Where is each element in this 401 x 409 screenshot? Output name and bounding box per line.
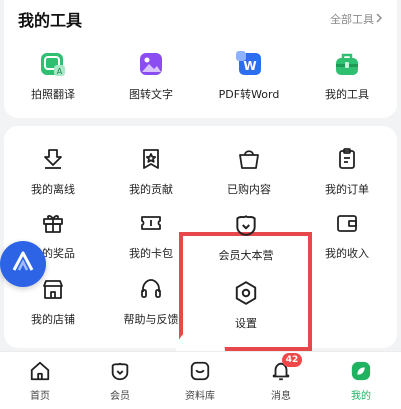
- wallet-icon: [334, 210, 360, 236]
- assistant-logo-icon: [10, 249, 36, 279]
- image-to-text-icon: [137, 50, 165, 78]
- vip-icon: [108, 359, 132, 383]
- grid-item-label: 会员大本营: [218, 249, 274, 262]
- nav-home[interactable]: 首页: [0, 352, 80, 409]
- grid-item-income[interactable]: 我的收入: [298, 210, 396, 261]
- chevron-right-icon: [376, 13, 383, 26]
- tool-label: 拍照翻译: [31, 88, 75, 101]
- tool-image-to-text[interactable]: 图转文字: [102, 50, 200, 102]
- nav-label: 消息: [271, 391, 291, 402]
- bottom-nav: 首页 会员 资料库 42 消息 我的: [0, 351, 401, 409]
- nav-label: 资料库: [185, 391, 215, 402]
- nav-label: 我的: [351, 391, 371, 402]
- grid-item-orders[interactable]: 我的订单: [298, 146, 396, 197]
- grid-item-purchased[interactable]: 已购内容: [200, 146, 298, 197]
- all-tools-label: 全部工具: [330, 13, 374, 26]
- grid-item-label: 我的贡献: [129, 183, 173, 196]
- grid-item-label: 已购内容: [227, 183, 271, 196]
- tool-label: 我的工具: [325, 88, 369, 101]
- grid-item-label: 我的卡包: [129, 247, 173, 260]
- nav-label: 首页: [30, 391, 50, 402]
- floating-assistant-button[interactable]: [0, 241, 46, 287]
- grid-item-settings[interactable]: 设置: [197, 280, 295, 331]
- tool-photo-translate[interactable]: A 拍照翻译: [4, 50, 102, 102]
- profile-leaf-icon: [349, 359, 373, 383]
- tools-title: 我的工具: [18, 11, 83, 30]
- message-badge: 42: [282, 353, 302, 367]
- gift-icon: [40, 210, 66, 236]
- contribution-icon: [138, 146, 164, 172]
- nav-messages[interactable]: 42 消息: [241, 352, 321, 409]
- photo-translate-icon: A: [39, 50, 67, 78]
- grid-item-label: 我的离线: [31, 183, 75, 196]
- grid-item-label: 我的订单: [325, 183, 369, 196]
- all-tools-link[interactable]: 全部工具: [330, 11, 383, 27]
- bell-icon: 42: [269, 353, 302, 383]
- shopping-bag-icon: [236, 146, 262, 172]
- svg-text:A: A: [57, 67, 63, 76]
- tools-header: 我的工具 全部工具: [18, 8, 383, 30]
- headset-icon: [138, 276, 164, 302]
- grid-item-vip-camp[interactable]: 会员大本营: [197, 212, 295, 263]
- tool-my-tools[interactable]: 我的工具: [298, 50, 396, 102]
- vip-camp-icon: [233, 212, 259, 238]
- grid-item-offline[interactable]: 我的离线: [4, 146, 102, 197]
- nav-profile[interactable]: 我的: [321, 352, 401, 409]
- grid-item-label: 帮助与反馈: [123, 313, 179, 326]
- pdf-to-word-icon: W: [235, 50, 263, 78]
- tools-card: 我的工具 全部工具 A 拍照翻译 图转文字 W PDF转Word 我的工具: [4, 0, 397, 118]
- tool-pdf-to-word[interactable]: W PDF转Word: [200, 50, 298, 102]
- grid-item-label: 我的店铺: [31, 313, 75, 326]
- nav-label: 会员: [110, 391, 130, 402]
- library-icon: [188, 359, 212, 383]
- tool-label: 图转文字: [129, 88, 173, 101]
- grid-item-contribution[interactable]: 我的贡献: [102, 146, 200, 197]
- grid-item-label: 我的收入: [325, 247, 369, 260]
- store-icon: [40, 276, 66, 302]
- toolbox-icon: [333, 50, 361, 78]
- offline-download-icon: [40, 146, 66, 172]
- nav-vip[interactable]: 会员: [80, 352, 160, 409]
- order-icon: [334, 146, 360, 172]
- svg-text:W: W: [243, 59, 256, 73]
- card-ticket-icon: [138, 210, 164, 236]
- home-icon: [28, 359, 52, 383]
- settings-icon: [233, 280, 259, 306]
- grid-item-label: 设置: [235, 317, 257, 330]
- nav-library[interactable]: 资料库: [160, 352, 240, 409]
- tool-label: PDF转Word: [218, 88, 280, 101]
